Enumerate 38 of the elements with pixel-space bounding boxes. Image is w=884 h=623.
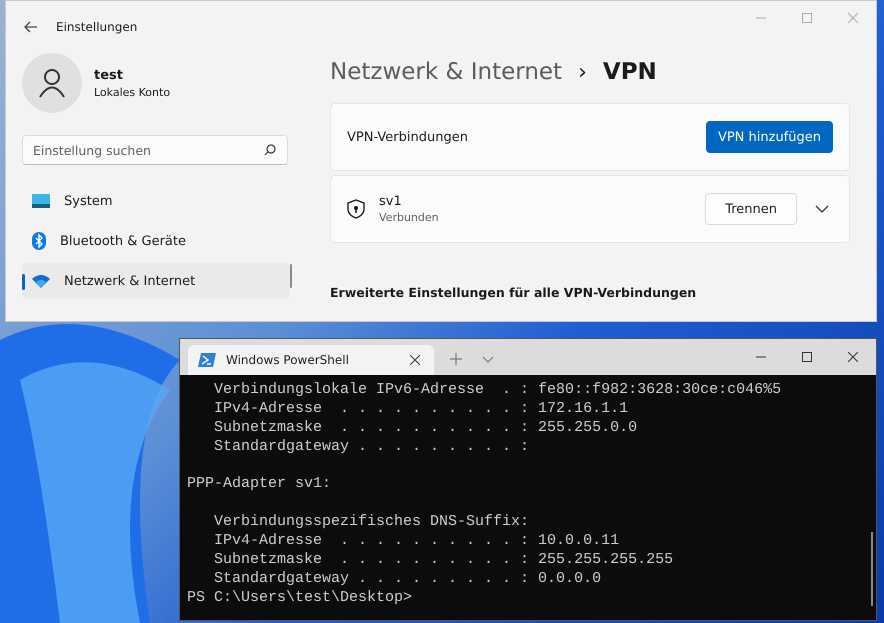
connection-status: Verbunden [379, 211, 440, 224]
card-label: VPN-Verbindungen [347, 130, 469, 144]
selection-indicator [22, 274, 25, 290]
terminal-line: Verbindungslokale IPv6-Adresse . : fe80::f982:3628:30ce:c046%5 [213, 381, 782, 400]
terminal-line: Subnetzmaske . . . . . . . . . . : 255.255.0.0 [213, 418, 638, 438]
breadcrumb-parent[interactable]: Netzwerk & Internet [330, 59, 562, 85]
user-name: test [94, 68, 124, 82]
sidebar-item[interactable]: Bluetooth & Geräte [22, 223, 290, 259]
bluetooth-icon [32, 232, 46, 250]
terminal-line: IPv4-Adresse . . . . . . . . . . : 10.0.0.11 [213, 532, 620, 552]
sidebar-item[interactable]: Netzwerk & Internet [22, 263, 290, 299]
search-icon [264, 144, 276, 156]
shield-lock-icon [347, 199, 365, 219]
terminal-line: PPP-Adapter sv1: [187, 475, 332, 494]
breadcrumb-separator: › [578, 60, 587, 84]
account-type: Lokales Konto [94, 86, 170, 98]
wifi-icon [32, 274, 50, 288]
window-title: Einstellungen [56, 20, 138, 34]
page-title: VPN [602, 59, 657, 85]
disconnect-button[interactable]: Trennen [705, 193, 797, 225]
sidebar-item[interactable]: System [22, 183, 290, 219]
add-vpn-button[interactable]: VPN hinzufügen [706, 121, 833, 153]
terminal-line: IPv4-Adresse . . . . . . . . . . : 172.16.1.1 [213, 400, 630, 419]
sidebar-label: Bluetooth & Geräte [60, 234, 186, 248]
sidebar-label: Netzwerk & Internet [64, 274, 196, 288]
connection-name: sv1 [379, 194, 403, 209]
terminal-line: Standardgateway . . . . . . . . . : 0.0.0.0 [213, 570, 602, 589]
section-heading: Erweiterte Einstellungen für alle VPN-Verbindungen [330, 285, 698, 300]
terminal-line: Verbindungsspezifisches DNS-Suffix: [213, 513, 530, 532]
scrollbar [290, 264, 292, 288]
sidebar-label: System [64, 194, 112, 208]
powershell-icon [198, 353, 216, 367]
terminal-line: PS C:\Users\test\Desktop> [187, 588, 414, 608]
monitor-icon [32, 194, 50, 208]
terminal-tab[interactable]: Windows PowerShell [188, 345, 434, 375]
search-field[interactable]: Einstellung suchen [22, 135, 288, 165]
terminal-line: Subnetzmaske . . . . . . . . . . : 255.255.255.255 [213, 551, 674, 570]
terminal-line: Standardgateway . . . . . . . . . : [213, 438, 530, 457]
